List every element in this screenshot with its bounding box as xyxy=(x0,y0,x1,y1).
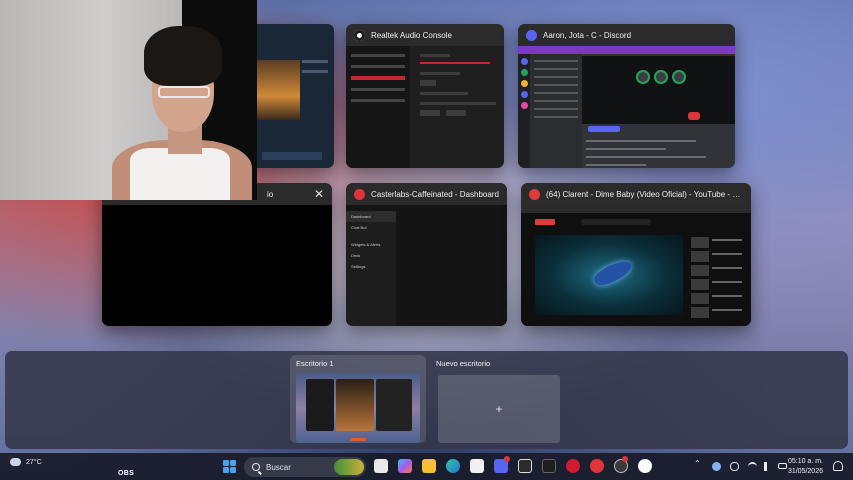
taskbar-search[interactable]: Buscar xyxy=(244,457,366,477)
obs-preview xyxy=(102,205,332,326)
opera-icon[interactable] xyxy=(566,459,580,473)
desktop-new[interactable]: Nuevo escritorio + xyxy=(430,355,566,443)
edge-icon[interactable] xyxy=(446,459,460,473)
taskbar: 27°C OBS Buscar ⌃ 05:10 a. m. 31/05/2026 xyxy=(0,453,853,480)
clock-time: 05:10 a. m. xyxy=(787,458,823,465)
casterlabs-menu-item: Deck xyxy=(351,253,361,258)
weather-widget[interactable]: 27°C xyxy=(8,455,42,466)
window-realtek[interactable]: Realtek Audio Console xyxy=(346,24,504,168)
steam-line xyxy=(302,70,328,73)
battery-icon[interactable] xyxy=(778,463,787,469)
casterlabs-taskbar-icon[interactable] xyxy=(590,459,604,473)
system-clock[interactable]: 05:10 a. m. 31/05/2026 xyxy=(788,457,823,477)
youtube-preview xyxy=(521,205,751,326)
window-title: Realtek Audio Console xyxy=(371,30,452,40)
discord-icon xyxy=(526,29,537,41)
browser-tabs xyxy=(521,205,751,213)
desktop-label: Escritorio 1 xyxy=(296,359,334,368)
notification-badge xyxy=(504,456,510,462)
discord-channel-list xyxy=(530,54,582,168)
search-label: Buscar xyxy=(266,462,291,472)
volume-icon[interactable] xyxy=(764,462,773,471)
store-icon[interactable] xyxy=(470,459,484,473)
notification-badge xyxy=(622,456,628,462)
discord-preview xyxy=(518,46,735,168)
window-title: Casterlabs-Caffeinated - Dashboard xyxy=(371,189,499,199)
copilot-icon[interactable] xyxy=(398,459,412,473)
temperature: 27°C xyxy=(26,458,42,466)
realtek-sidebar xyxy=(346,46,410,168)
window-title: Aaron, Jota - C - Discord xyxy=(543,30,632,40)
video-player xyxy=(535,235,683,315)
youtube-icon xyxy=(529,188,540,200)
chevron-up-icon[interactable]: ⌃ xyxy=(694,459,703,468)
youtube-logo xyxy=(535,219,555,225)
steam-taskbar-icon[interactable] xyxy=(638,459,652,473)
window-titlebar: Aaron, Jota - C - Discord xyxy=(518,24,735,46)
window-titlebar: Casterlabs-Caffeinated - Dashboard xyxy=(346,183,507,205)
window-steam[interactable] xyxy=(248,24,334,168)
window-youtube-opera[interactable]: (64) Clarent - Dime Baby (Video Oficial)… xyxy=(521,183,751,326)
steam-bar xyxy=(262,152,322,160)
casterlabs-menu-item: Chat Bot xyxy=(351,225,367,230)
clock-date: 31/05/2026 xyxy=(787,468,823,475)
obs-label: OBS xyxy=(118,470,135,477)
file-explorer-icon[interactable] xyxy=(422,459,436,473)
bell-icon[interactable] xyxy=(833,461,843,471)
game-icon[interactable] xyxy=(518,459,532,473)
window-title: (64) Clarent - Dime Baby (Video Oficial)… xyxy=(546,189,743,199)
window-obs[interactable]: io ✕ xyxy=(102,183,332,326)
realtek-preview xyxy=(346,46,504,168)
windows-start-icon[interactable] xyxy=(223,460,236,473)
casterlabs-menu-item: Dashboard xyxy=(346,211,396,222)
desktop-1[interactable]: Escritorio 1 xyxy=(290,355,426,443)
close-icon[interactable]: ✕ xyxy=(314,187,324,201)
casterlabs-preview: Dashboard Chat Bot Widgets & Alerts Deck… xyxy=(346,205,507,326)
realtek-icon xyxy=(354,29,365,41)
discord-banner xyxy=(518,46,735,54)
discord-voice-stage xyxy=(582,56,735,124)
new-desktop-button[interactable]: + xyxy=(438,375,560,443)
desktop-label: Nuevo escritorio xyxy=(436,359,491,368)
task-view-icon[interactable] xyxy=(374,459,388,473)
casterlabs-menu-item: Settings xyxy=(351,264,366,269)
window-casterlabs[interactable]: Casterlabs-Caffeinated - Dashboard Dashb… xyxy=(346,183,507,326)
terminal-icon[interactable] xyxy=(542,459,556,473)
casterlabs-menu-item: Widgets & Alerts xyxy=(351,242,381,247)
search-icon xyxy=(252,463,260,471)
casterlabs-sidebar: Dashboard Chat Bot Widgets & Alerts Deck… xyxy=(346,211,396,326)
partly-cloudy-icon xyxy=(8,455,21,466)
wifi-icon[interactable] xyxy=(748,462,757,471)
steam-game-art xyxy=(256,60,300,120)
discord-server-rail xyxy=(518,54,530,168)
steam-line xyxy=(302,60,328,63)
steam-preview xyxy=(248,24,334,168)
webcam-overlay xyxy=(0,0,257,200)
search-highlight-icon xyxy=(334,459,364,475)
desktop-thumbnail xyxy=(296,373,420,443)
window-titlebar: (64) Clarent - Dime Baby (Video Oficial)… xyxy=(521,183,751,205)
window-discord[interactable]: Aaron, Jota - C - Discord xyxy=(518,24,735,168)
youtube-search-bar xyxy=(581,219,651,225)
virtual-desktops-strip: Escritorio 1 Nuevo escritorio + xyxy=(5,351,848,449)
window-titlebar: Realtek Audio Console xyxy=(346,24,504,46)
onedrive-icon[interactable] xyxy=(712,462,721,471)
microphone-icon[interactable] xyxy=(730,462,739,471)
discord-button xyxy=(588,126,620,132)
casterlabs-icon xyxy=(354,188,365,200)
